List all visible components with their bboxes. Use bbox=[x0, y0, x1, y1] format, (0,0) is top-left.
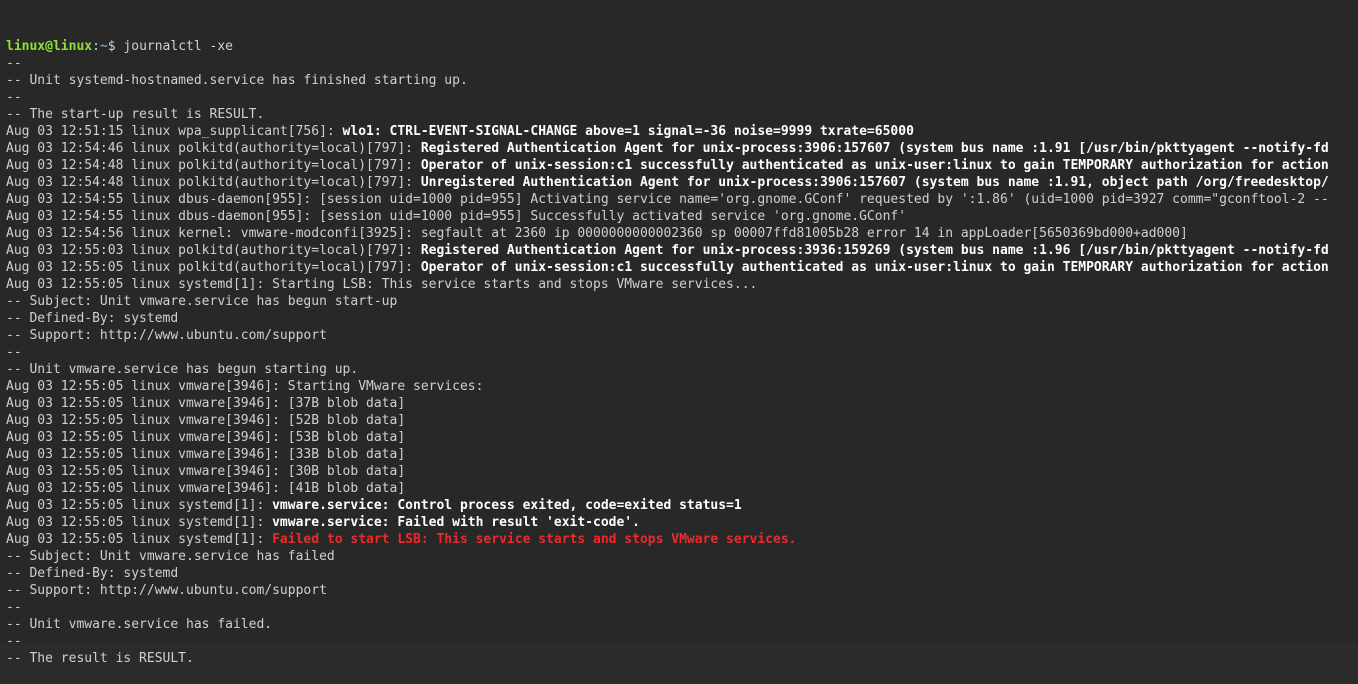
log-segment: wlo1: CTRL-EVENT-SIGNAL-CHANGE above=1 s… bbox=[343, 124, 914, 139]
log-line: -- bbox=[6, 344, 1352, 361]
log-line: -- bbox=[6, 55, 1352, 72]
log-line: Aug 03 12:55:03 linux polkitd(authority=… bbox=[6, 242, 1352, 259]
log-segment: -- Support: http://www.ubuntu.com/suppor… bbox=[6, 583, 327, 598]
log-segment: Aug 03 12:55:03 linux polkitd(authority=… bbox=[6, 243, 421, 258]
log-segment: Aug 03 12:55:05 linux vmware[3946]: [53B… bbox=[6, 430, 405, 445]
log-segment: -- Subject: Unit vmware.service has fail… bbox=[6, 549, 335, 564]
prompt-line: linux@linux:~$ journalctl -xe bbox=[6, 38, 1352, 55]
log-line: -- Subject: Unit vmware.service has begu… bbox=[6, 293, 1352, 310]
log-line: Aug 03 12:55:05 linux vmware[3946]: Star… bbox=[6, 378, 1352, 395]
log-line: -- bbox=[6, 633, 1352, 650]
log-segment: Aug 03 12:55:05 linux systemd[1]: bbox=[6, 532, 272, 547]
log-segment: Registered Authentication Agent for unix… bbox=[421, 141, 1329, 156]
log-line: Aug 03 12:54:48 linux polkitd(authority=… bbox=[6, 174, 1352, 191]
log-segment: -- Support: http://www.ubuntu.com/suppor… bbox=[6, 328, 327, 343]
prompt-dollar: $ bbox=[108, 39, 124, 54]
command-text: journalctl -xe bbox=[123, 39, 233, 54]
prompt-at: @ bbox=[45, 39, 53, 54]
log-line: -- bbox=[6, 599, 1352, 616]
prompt-colon: : bbox=[92, 39, 100, 54]
prompt-host: linux bbox=[53, 39, 92, 54]
log-segment: Aug 03 12:54:46 linux polkitd(authority=… bbox=[6, 141, 421, 156]
log-segment: Operator of unix-session:c1 successfully… bbox=[421, 260, 1329, 275]
log-segment: Aug 03 12:55:05 linux vmware[3946]: [41B… bbox=[6, 481, 405, 496]
log-segment: -- Defined-By: systemd bbox=[6, 566, 178, 581]
log-line: Aug 03 12:54:55 linux dbus-daemon[955]: … bbox=[6, 191, 1352, 208]
log-segment: Unregistered Authentication Agent for un… bbox=[421, 175, 1329, 190]
log-line: Aug 03 12:55:05 linux polkitd(authority=… bbox=[6, 259, 1352, 276]
log-segment: Aug 03 12:54:55 linux dbus-daemon[955]: … bbox=[6, 209, 906, 224]
log-line: -- Unit vmware.service has failed. bbox=[6, 616, 1352, 633]
log-line: -- Support: http://www.ubuntu.com/suppor… bbox=[6, 582, 1352, 599]
log-segment: Aug 03 12:51:15 linux wpa_supplicant[756… bbox=[6, 124, 343, 139]
log-line: -- The result is RESULT. bbox=[6, 650, 1352, 667]
log-segment: -- bbox=[6, 56, 29, 71]
log-line: Aug 03 12:55:05 linux systemd[1]: vmware… bbox=[6, 497, 1352, 514]
log-segment: Operator of unix-session:c1 successfully… bbox=[421, 158, 1329, 173]
log-line: Aug 03 12:55:05 linux vmware[3946]: [41B… bbox=[6, 480, 1352, 497]
log-segment: -- The start-up result is RESULT. bbox=[6, 107, 264, 122]
log-segment: Aug 03 12:54:48 linux polkitd(authority=… bbox=[6, 175, 421, 190]
log-line: Aug 03 12:54:56 linux kernel: vmware-mod… bbox=[6, 225, 1352, 242]
log-segment: -- Unit vmware.service has failed. bbox=[6, 617, 272, 632]
log-segment: Aug 03 12:55:05 linux vmware[3946]: [37B… bbox=[6, 396, 405, 411]
log-line: Aug 03 12:55:05 linux systemd[1]: Starti… bbox=[6, 276, 1352, 293]
log-segment: Aug 03 12:55:05 linux vmware[3946]: [30B… bbox=[6, 464, 405, 479]
log-segment: Aug 03 12:55:05 linux vmware[3946]: [33B… bbox=[6, 447, 405, 462]
log-segment: -- bbox=[6, 90, 29, 105]
log-segment: -- Unit systemd-hostnamed.service has fi… bbox=[6, 73, 468, 88]
log-segment: Aug 03 12:55:05 linux systemd[1]: bbox=[6, 515, 272, 530]
log-segment: -- Defined-By: systemd bbox=[6, 311, 178, 326]
log-segment: Aug 03 12:55:05 linux systemd[1]: Starti… bbox=[6, 277, 757, 292]
log-line: Aug 03 12:55:05 linux vmware[3946]: [30B… bbox=[6, 463, 1352, 480]
log-segment: Failed to start LSB: This service starts… bbox=[272, 532, 796, 547]
log-segment: Aug 03 12:54:55 linux dbus-daemon[955]: … bbox=[6, 192, 1329, 207]
terminal-window[interactable]: linux@linux:~$ journalctl -xe-- -- Unit … bbox=[0, 0, 1358, 643]
log-segment: Aug 03 12:55:05 linux vmware[3946]: Star… bbox=[6, 379, 483, 394]
log-line: Aug 03 12:54:55 linux dbus-daemon[955]: … bbox=[6, 208, 1352, 225]
prompt-path: ~ bbox=[100, 39, 108, 54]
log-line: -- Unit vmware.service has begun startin… bbox=[6, 361, 1352, 378]
log-segment: -- bbox=[6, 600, 29, 615]
log-line: Aug 03 12:55:05 linux vmware[3946]: [37B… bbox=[6, 395, 1352, 412]
log-segment: -- Unit vmware.service has begun startin… bbox=[6, 362, 358, 377]
log-segment: Aug 03 12:54:48 linux polkitd(authority=… bbox=[6, 158, 421, 173]
log-line: -- Defined-By: systemd bbox=[6, 310, 1352, 327]
log-segment: -- The result is RESULT. bbox=[6, 651, 194, 666]
log-line: Aug 03 12:55:05 linux systemd[1]: vmware… bbox=[6, 514, 1352, 531]
log-segment: Registered Authentication Agent for unix… bbox=[421, 243, 1329, 258]
log-line: -- bbox=[6, 89, 1352, 106]
log-segment: Aug 03 12:55:05 linux vmware[3946]: [52B… bbox=[6, 413, 405, 428]
log-line: Aug 03 12:55:05 linux vmware[3946]: [33B… bbox=[6, 446, 1352, 463]
log-line: Aug 03 12:55:05 linux vmware[3946]: [53B… bbox=[6, 429, 1352, 446]
log-segment: -- bbox=[6, 634, 29, 649]
log-line: -- Unit systemd-hostnamed.service has fi… bbox=[6, 72, 1352, 89]
log-line: -- Defined-By: systemd bbox=[6, 565, 1352, 582]
log-line: Aug 03 12:54:46 linux polkitd(authority=… bbox=[6, 140, 1352, 157]
log-segment: vmware.service: Control process exited, … bbox=[272, 498, 742, 513]
log-segment: Aug 03 12:55:05 linux systemd[1]: bbox=[6, 498, 272, 513]
log-segment: -- Subject: Unit vmware.service has begu… bbox=[6, 294, 397, 309]
log-line: -- Subject: Unit vmware.service has fail… bbox=[6, 548, 1352, 565]
log-segment: vmware.service: Failed with result 'exit… bbox=[272, 515, 640, 530]
prompt-user: linux bbox=[6, 39, 45, 54]
log-segment: Aug 03 12:55:05 linux polkitd(authority=… bbox=[6, 260, 421, 275]
log-line: Aug 03 12:51:15 linux wpa_supplicant[756… bbox=[6, 123, 1352, 140]
log-line: -- Support: http://www.ubuntu.com/suppor… bbox=[6, 327, 1352, 344]
log-output: -- -- Unit systemd-hostnamed.service has… bbox=[6, 55, 1352, 667]
log-line: Aug 03 12:55:05 linux systemd[1]: Failed… bbox=[6, 531, 1352, 548]
log-line: Aug 03 12:55:05 linux vmware[3946]: [52B… bbox=[6, 412, 1352, 429]
log-segment: -- bbox=[6, 345, 29, 360]
log-line: -- The start-up result is RESULT. bbox=[6, 106, 1352, 123]
log-segment: Aug 03 12:54:56 linux kernel: vmware-mod… bbox=[6, 226, 1188, 241]
log-line: Aug 03 12:54:48 linux polkitd(authority=… bbox=[6, 157, 1352, 174]
